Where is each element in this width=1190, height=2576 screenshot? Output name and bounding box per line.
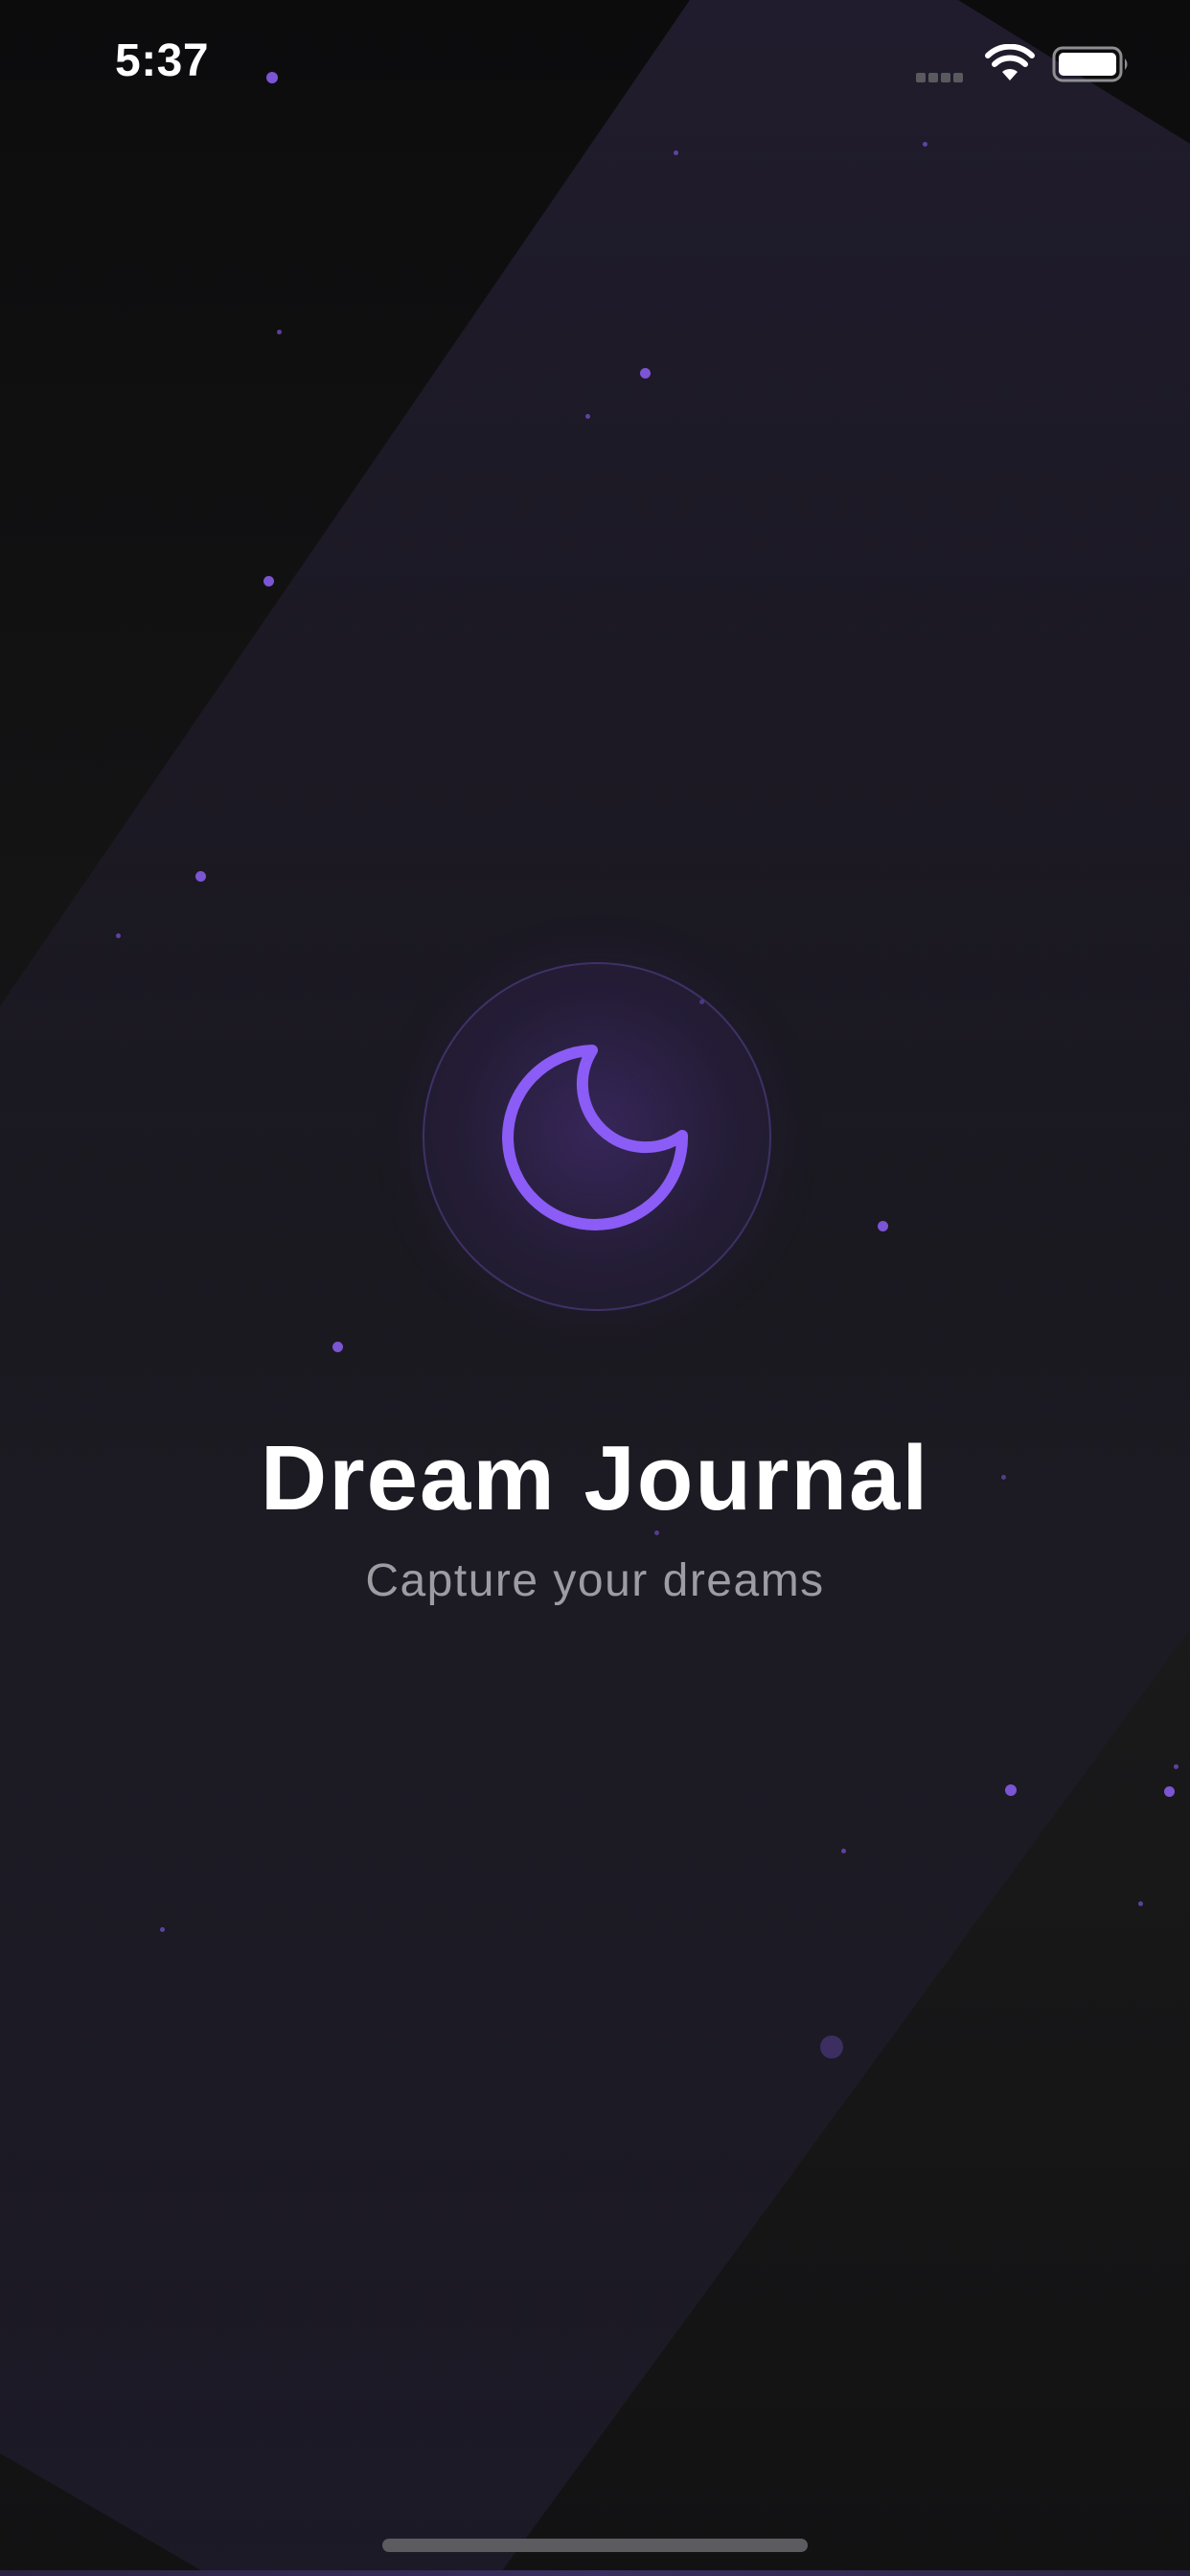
home-indicator[interactable]: [382, 2539, 808, 2552]
star-dot: [640, 368, 651, 379]
app-subtitle: Capture your dreams: [365, 1555, 825, 1606]
star-dot: [841, 1849, 846, 1853]
status-bar: 5:37: [0, 0, 1190, 134]
star-dot: [263, 576, 274, 586]
star-dot: [332, 1342, 343, 1352]
star-dot: [1174, 1764, 1179, 1769]
star-dot: [1164, 1786, 1175, 1797]
moon-icon: [502, 1045, 689, 1230]
cellular-signal-icon: [916, 70, 970, 82]
star-dot: [585, 414, 590, 419]
bottom-accent-line: [0, 2570, 1190, 2576]
star-dot: [160, 1927, 165, 1932]
splash-screen: 5:37 Dream Journal Capture your dreams: [0, 0, 1190, 2576]
wifi-icon: [985, 44, 1035, 80]
star-dot: [1138, 1901, 1143, 1906]
star-dot: [277, 330, 282, 334]
app-title: Dream Journal: [260, 1427, 930, 1530]
star-dot: [674, 150, 678, 155]
star-dot: [878, 1221, 888, 1231]
battery-icon: [1052, 46, 1128, 82]
star-dot: [1005, 1784, 1017, 1796]
status-time: 5:37: [115, 35, 210, 86]
star-dot: [923, 142, 927, 147]
star-dot: [820, 2036, 843, 2058]
star-dot: [195, 871, 206, 882]
star-dot: [116, 933, 121, 938]
